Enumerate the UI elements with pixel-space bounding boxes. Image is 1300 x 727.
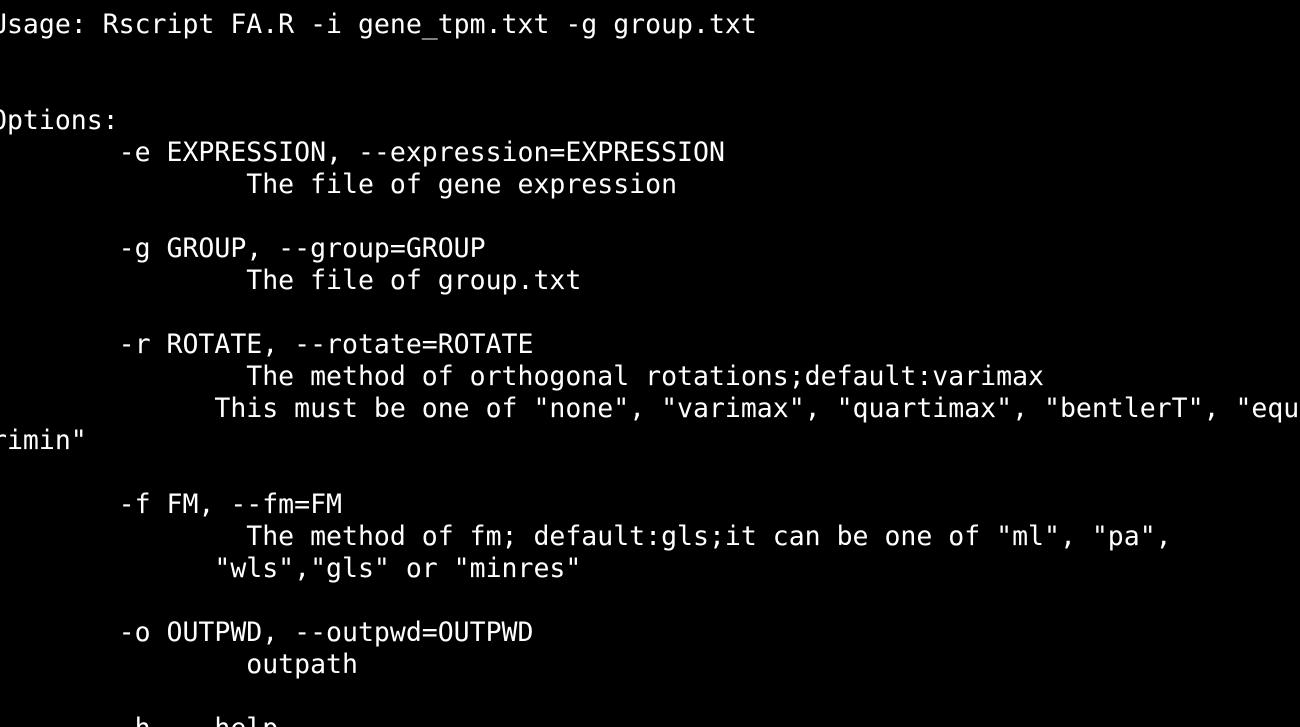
option-help-flag: -h, --help: [0, 713, 279, 727]
option-fm-desc: The method of fm; default:gls;it can be …: [0, 521, 1172, 552]
option-fm-desc-cont: "wls","gls" or "minres": [0, 553, 582, 584]
option-rotate-flag: -r ROTATE, --rotate=ROTATE: [0, 329, 534, 360]
option-rotate-desc: The method of orthogonal rotations;defau…: [0, 361, 1044, 392]
option-group-desc: The file of group.txt: [0, 265, 582, 296]
option-outpwd-flag: -o OUTPWD, --outpwd=OUTPWD: [0, 617, 534, 648]
option-expression-flag: -e EXPRESSION, --expression=EXPRESSION: [0, 137, 725, 168]
terminal-window[interactable]: Usage: Rscript FA.R -i gene_tpm.txt -g g…: [0, 0, 1300, 727]
option-outpwd-desc: outpath: [0, 649, 358, 680]
option-group-flag: -g GROUP, --group=GROUP: [0, 233, 486, 264]
usage-line: Usage: Rscript FA.R -i gene_tpm.txt -g g…: [0, 9, 757, 40]
option-rotate-desc-wrap: rimin": [0, 425, 87, 456]
option-expression-desc: The file of gene expression: [0, 169, 678, 200]
option-fm-flag: -f FM, --fm=FM: [0, 489, 342, 520]
option-rotate-desc-cont: This must be one of "none", "varimax", "…: [0, 393, 1300, 424]
options-heading: Options:: [0, 105, 119, 136]
